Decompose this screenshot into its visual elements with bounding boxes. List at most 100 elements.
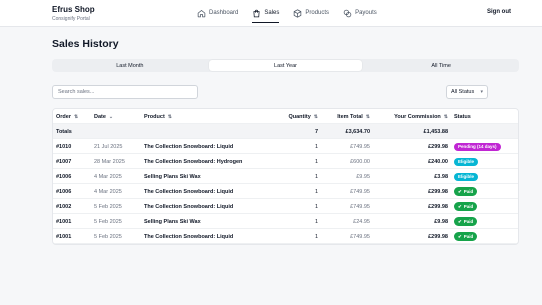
- nav-sales[interactable]: Sales: [252, 7, 280, 23]
- order-number[interactable]: #1002: [56, 199, 71, 214]
- nav-dashboard-label: Dashboard: [209, 10, 239, 16]
- commission: £9.98: [434, 218, 448, 225]
- tab-last-month[interactable]: Last Month: [53, 60, 207, 71]
- status-badge: Eligible: [454, 172, 479, 181]
- brand-subtitle: Consignify Portal: [52, 16, 90, 22]
- nav-products-label: Products: [305, 10, 330, 16]
- table-row[interactable]: #1006 4 Mar 2025 The Collection Snowboard:…: [53, 184, 518, 199]
- table-row[interactable]: #1002 5 Feb 2025 The Collection Snowboard:…: [53, 199, 518, 214]
- status-cell: Pending (14 days): [454, 139, 501, 154]
- order-number[interactable]: #1001: [56, 229, 71, 244]
- tab-all-time[interactable]: All Time: [364, 60, 518, 71]
- table-row[interactable]: #1007 28 Mar 2025 The Collection Snowboard…: [53, 154, 518, 169]
- col-status-header: Status: [454, 109, 471, 124]
- table-row[interactable]: #1006 4 Mar 2025 Selling Plans Ski Wax 1 £9.…: [53, 169, 518, 184]
- search-input[interactable]: [52, 85, 198, 99]
- totals-item-total: £3,634.70: [345, 128, 370, 135]
- col-quantity-label: Quantity: [288, 113, 311, 120]
- table-row[interactable]: #1001 5 Feb 2025 Selling Plans Ski Wax 1 £24…: [53, 214, 518, 229]
- status-text: Eligible: [458, 159, 475, 164]
- chevron-down-icon: ▾: [480, 89, 483, 95]
- col-commission-header[interactable]: Your Commission ⇅: [394, 109, 448, 124]
- commission: £299.98: [428, 143, 448, 150]
- order-date: 4 Mar 2025: [94, 188, 122, 195]
- totals-commission: £1,453.88: [423, 128, 448, 135]
- order-date: 5 Feb 2025: [94, 233, 122, 240]
- nav-payouts-label: Payouts: [355, 10, 377, 16]
- nav-sales-label: Sales: [264, 10, 280, 16]
- product-name: The Collection Snowboard: Liquid: [144, 188, 234, 195]
- brand-name: Efrus Shop: [52, 5, 95, 14]
- commission: £299.98: [428, 188, 448, 195]
- product-name: The Collection Snowboard: Hydrogen: [144, 158, 243, 165]
- totals-quantity: 7: [314, 128, 318, 135]
- status-badge: ✔ Paid: [454, 217, 478, 226]
- order-number[interactable]: #1010: [56, 139, 71, 154]
- order-date: 21 Jul 2025: [94, 143, 123, 150]
- check-circle-icon: ✔: [458, 188, 462, 194]
- sign-out-link[interactable]: Sign out: [487, 9, 511, 15]
- top-navigation-bar: Efrus Shop Consignify Portal Dashboard S…: [0, 0, 542, 27]
- status-badge: ✔ Paid: [454, 232, 478, 241]
- col-quantity-header[interactable]: Quantity ⇅: [288, 109, 318, 124]
- product-name: Selling Plans Ski Wax: [144, 218, 201, 225]
- item-total: £749.95: [350, 233, 370, 240]
- coins-icon: [343, 9, 352, 17]
- status-cell: ✔ Paid: [454, 214, 478, 229]
- nav-dashboard[interactable]: Dashboard: [197, 7, 238, 19]
- item-total: £9.95: [356, 173, 370, 180]
- item-total: £749.95: [350, 188, 370, 195]
- table-header-row: Order ⇅ Date ⌄ Product ⇅ Quantity ⇅ Item Tot…: [53, 109, 518, 124]
- quantity: 1: [314, 233, 318, 240]
- status-text: Eligible: [458, 174, 475, 179]
- order-number[interactable]: #1006: [56, 169, 71, 184]
- status-badge: Pending (14 days): [454, 142, 501, 151]
- commission: £299.98: [428, 233, 448, 240]
- home-icon: [197, 9, 206, 17]
- order-number[interactable]: #1006: [56, 184, 71, 199]
- item-total: £749.95: [350, 203, 370, 210]
- tab-last-year[interactable]: Last Year: [208, 60, 363, 71]
- date-range-tabs: Last Month Last Year All Time: [52, 59, 519, 72]
- nav-products[interactable]: Products: [293, 7, 329, 19]
- sort-desc-icon: ⌄: [108, 113, 114, 120]
- col-product-label: Product: [144, 113, 165, 120]
- col-status-label: Status: [454, 113, 471, 120]
- order-number[interactable]: #1001: [56, 214, 71, 229]
- table-row[interactable]: #1010 21 Jul 2025 The Collection Snowboard…: [53, 139, 518, 154]
- col-order-header[interactable]: Order ⇅: [56, 109, 78, 124]
- col-item-total-header[interactable]: Item Total ⇅: [337, 109, 370, 124]
- col-date-header[interactable]: Date ⌄: [94, 109, 113, 124]
- status-filter-value: All Status: [451, 89, 475, 95]
- col-item-total-label: Item Total: [337, 113, 363, 120]
- col-commission-label: Your Commission: [394, 113, 441, 120]
- page-title: Sales History: [52, 38, 119, 50]
- commission: £240.00: [428, 158, 448, 165]
- status-cell: ✔ Paid: [454, 184, 478, 199]
- nav-payouts[interactable]: Payouts: [343, 7, 377, 19]
- brand[interactable]: Efrus Shop Consignify Portal: [52, 5, 95, 22]
- commission: £3.98: [434, 173, 448, 180]
- quantity: 1: [314, 173, 318, 180]
- status-text: Paid: [463, 234, 474, 239]
- item-total: £24.95: [353, 218, 370, 225]
- check-circle-icon: ✔: [458, 203, 462, 209]
- order-date: 4 Mar 2025: [94, 173, 122, 180]
- col-product-header[interactable]: Product ⇅: [144, 109, 172, 124]
- sort-icon: ⇅: [313, 113, 318, 120]
- status-filter-select[interactable]: All Status ▾: [446, 85, 488, 99]
- totals-label: Totals: [56, 128, 72, 135]
- order-number[interactable]: #1007: [56, 154, 71, 169]
- check-circle-icon: ✔: [458, 218, 462, 224]
- item-total: £600.00: [350, 158, 370, 165]
- table-row[interactable]: #1001 5 Feb 2025 The Collection Snowboard:…: [53, 229, 518, 244]
- product-name: The Collection Snowboard: Liquid: [144, 233, 234, 240]
- quantity: 1: [314, 158, 318, 165]
- status-text: Paid: [463, 189, 474, 194]
- product-name: The Collection Snowboard: Liquid: [144, 203, 234, 210]
- sort-icon: ⇅: [443, 113, 448, 120]
- sort-icon: ⇅: [73, 113, 79, 120]
- status-badge: ✔ Paid: [454, 202, 478, 211]
- status-cell: Eligible: [454, 169, 479, 184]
- status-badge: ✔ Paid: [454, 187, 478, 196]
